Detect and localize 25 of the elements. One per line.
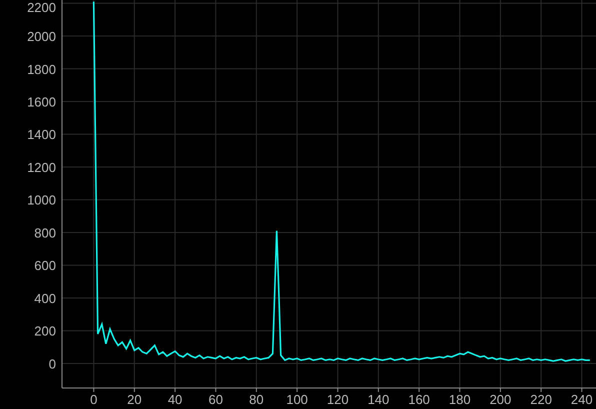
y-tick-label: 1000	[27, 192, 56, 208]
y-tick-label: 800	[34, 225, 56, 240]
y-tick-label: 1200	[27, 160, 56, 175]
x-tick-label: 20	[127, 392, 142, 407]
y-tick-label: 1800	[27, 62, 56, 77]
y-tick-label: 2000	[27, 29, 56, 44]
y-tick-label: 400	[34, 290, 56, 306]
x-tick-label: 240	[570, 392, 593, 407]
x-tick-label: 40	[168, 392, 182, 407]
x-tick-label: 60	[208, 392, 223, 407]
y-tick-label: 1600	[27, 94, 56, 110]
y-tick-label: 2200	[27, 0, 56, 15]
y-tick-label: 0	[48, 356, 56, 372]
x-tick-label: 140	[368, 392, 390, 407]
x-tick-label: 100	[286, 392, 308, 407]
x-tick-label: 220	[530, 392, 552, 407]
x-tick-label: 80	[249, 392, 264, 407]
x-tick-label: 200	[490, 392, 512, 407]
x-tick-label: 160	[408, 392, 430, 407]
y-tick-label: 1400	[27, 127, 56, 142]
x-tick-label: 180	[448, 392, 471, 407]
y-tick-label: 600	[34, 258, 56, 274]
x-tick-label: 0	[90, 392, 98, 407]
y-tick-label: 200	[34, 324, 56, 339]
x-tick-label: 120	[326, 392, 349, 407]
